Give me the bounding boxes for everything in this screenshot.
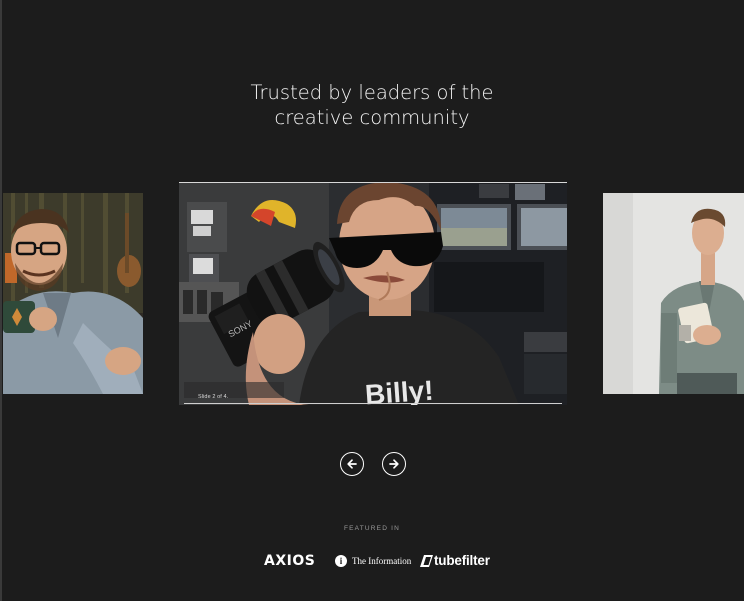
testimonial-section: Trusted by leaders of the creative commu… — [0, 0, 744, 601]
tubefilter-wordmark: tubefilter — [434, 553, 490, 568]
tubefilter-logo[interactable]: tubefilter — [420, 553, 490, 568]
the-information-wordmark: The Information — [352, 556, 412, 566]
slide-counter-caption: Slide 2 of 4. — [198, 394, 229, 400]
press-logos: AXIOS i The Information tubefilter — [0, 551, 744, 571]
svg-text:Billy!: Billy! — [364, 375, 434, 405]
carousel-slide-next[interactable] — [603, 193, 744, 394]
tubefilter-mark-icon — [420, 554, 433, 567]
arrow-right-icon — [389, 459, 399, 469]
slide-top-rule — [179, 182, 567, 183]
the-information-logo[interactable]: i The Information — [335, 555, 411, 567]
carousel-slide-current[interactable]: Billy! SONY Slide 2 of 4. — [179, 182, 567, 405]
carousel-next-button[interactable] — [382, 452, 406, 476]
creator-photo-previous — [3, 193, 143, 394]
slide-bottom-rule — [184, 403, 562, 404]
axios-logo[interactable]: AXIOS — [264, 553, 315, 569]
carousel-slide-previous[interactable] — [3, 193, 143, 394]
headline-line-1: Trusted by leaders of the — [250, 81, 494, 104]
creator-photo-current: Billy! SONY — [179, 182, 567, 405]
headline-line-2: creative community — [274, 106, 470, 129]
carousel-prev-button[interactable] — [340, 452, 364, 476]
the-information-mark-icon: i — [335, 555, 347, 567]
featured-in-label: FEATURED IN — [343, 525, 401, 532]
section-headline: Trusted by leaders of the creative commu… — [0, 80, 744, 130]
creator-photo-next — [603, 193, 744, 394]
arrow-left-icon — [347, 459, 357, 469]
